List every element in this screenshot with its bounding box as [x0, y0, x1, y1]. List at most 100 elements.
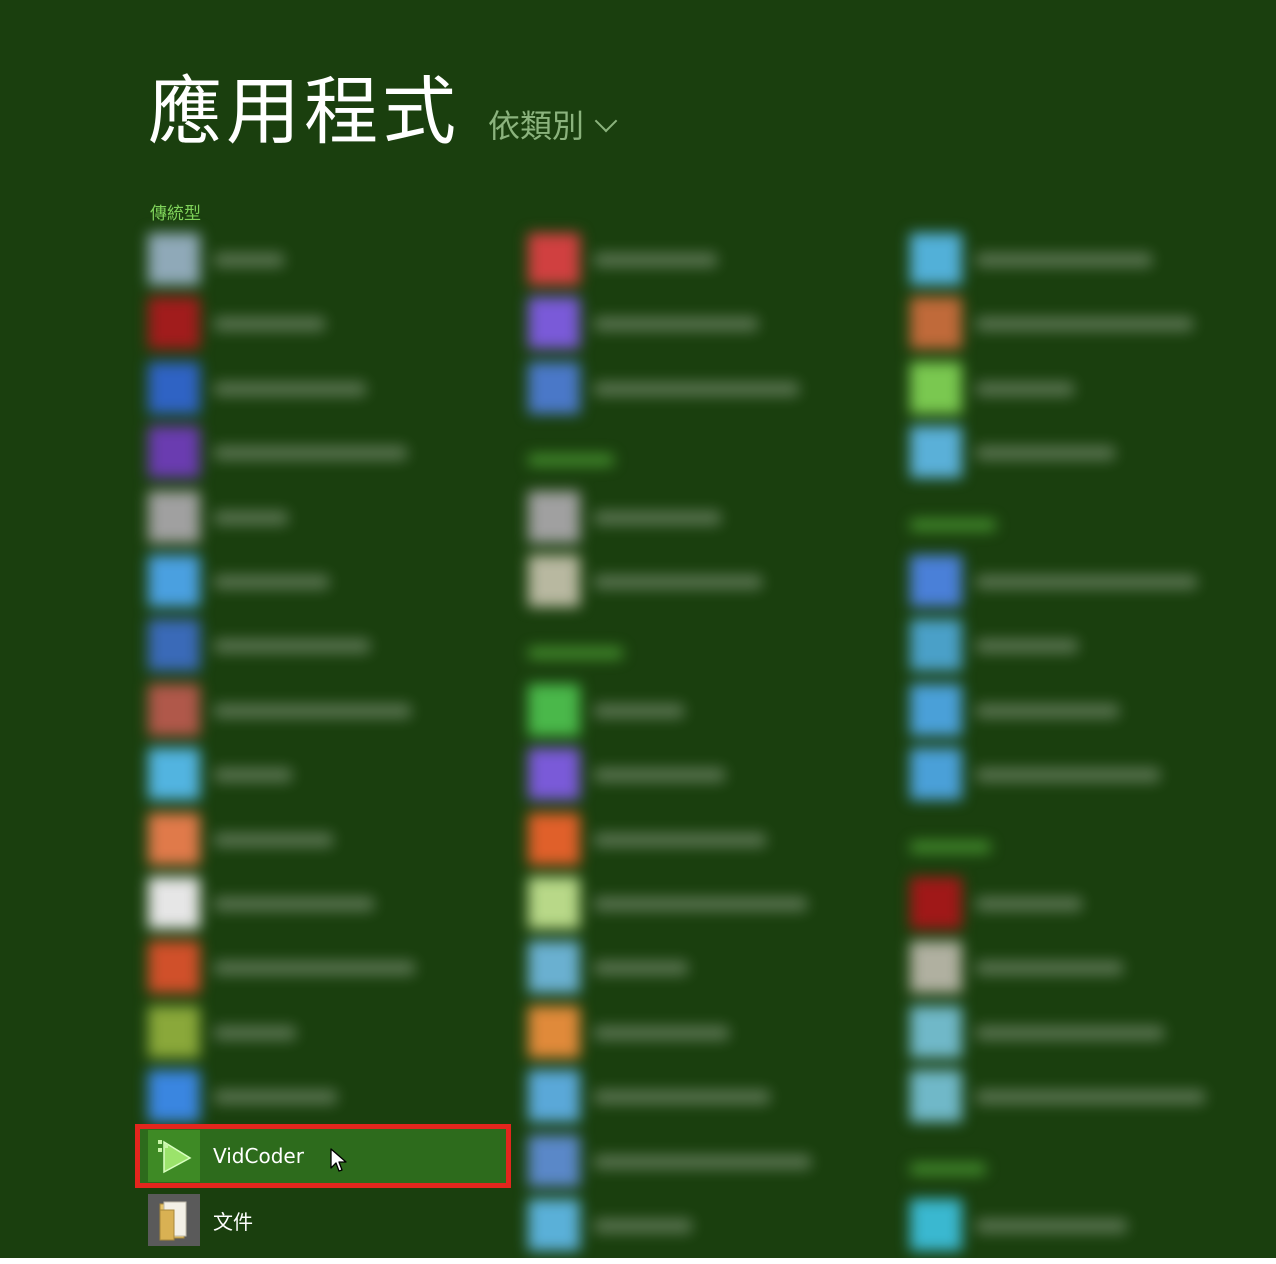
blurred-app-label — [594, 1154, 811, 1169]
blurred-app-tile — [910, 233, 962, 285]
blurred-app-tile — [528, 1005, 580, 1058]
blurred-app-label — [594, 768, 725, 783]
blurred-app-label — [976, 961, 1123, 976]
blurred-app-tile — [528, 748, 580, 801]
blurred-app-label — [594, 961, 688, 976]
blurred-app-tile — [148, 683, 200, 736]
blurred-app-label — [594, 1025, 729, 1040]
blurred-app-tile — [910, 619, 962, 672]
blurred-app-tile — [148, 941, 200, 994]
bottom-edge — [0, 1258, 1276, 1264]
blurred-app-tile — [148, 748, 200, 801]
blurred-app-label — [214, 510, 288, 525]
blurred-app-label — [594, 575, 762, 589]
blurred-app-tile — [148, 877, 200, 929]
blurred-app-tile — [148, 426, 200, 479]
blurred-app-tile — [910, 1005, 962, 1058]
vidcoder-icon — [148, 1130, 200, 1182]
blurred-app-tile — [528, 683, 580, 736]
blurred-app-label — [976, 446, 1115, 461]
sort-label: 依類別 — [488, 107, 585, 145]
group-label-desktop: 傳統型 — [150, 204, 201, 224]
blurred-app-label — [976, 897, 1082, 911]
blurred-app-tile — [148, 555, 200, 607]
app-label: VidCoder — [213, 1144, 304, 1168]
blurred-app-label — [976, 703, 1119, 718]
blurred-app-label — [594, 832, 766, 847]
blurred-app-tile — [910, 683, 962, 736]
blurred-app-label — [594, 317, 758, 332]
blurred-app-label — [594, 381, 799, 396]
app-item-vidcoder[interactable]: VidCoder — [135, 1124, 511, 1188]
blurred-app-label — [214, 897, 374, 911]
chevron-down-icon — [594, 109, 618, 133]
sort-by-dropdown[interactable]: 依類別 — [488, 101, 618, 147]
blurred-app-label — [976, 575, 1197, 589]
blurred-app-label — [214, 253, 284, 267]
blurred-app-label — [214, 1025, 296, 1040]
blurred-app-label — [214, 768, 292, 783]
blurred-app-label — [976, 768, 1160, 783]
mouse-cursor-icon — [330, 1148, 347, 1172]
blurred-app-label — [594, 897, 807, 911]
blurred-app-tile — [910, 1070, 962, 1123]
blurred-group-header — [528, 647, 623, 660]
folder-documents-icon — [148, 1194, 200, 1246]
app-label: 文件 — [213, 1209, 253, 1234]
blurred-app-tile — [910, 361, 962, 414]
blurred-app-tile — [910, 555, 962, 607]
blurred-app-tile — [148, 361, 200, 414]
blurred-app-tile — [148, 619, 200, 672]
blurred-app-label — [594, 510, 721, 525]
blurred-app-label — [976, 639, 1078, 654]
blurred-app-tile — [148, 1070, 200, 1123]
blurred-app-tile — [910, 426, 962, 479]
blurred-app-tile — [910, 297, 962, 350]
blurred-app-tile — [528, 1070, 580, 1123]
blurred-app-label — [214, 961, 415, 976]
blurred-app-label — [976, 1219, 1127, 1233]
blurred-app-label — [976, 381, 1074, 396]
blurred-app-tile — [148, 1005, 200, 1058]
blurred-app-label — [214, 639, 370, 654]
blurred-app-tile — [528, 233, 580, 285]
blurred-app-tile — [910, 748, 962, 801]
blurred-group-header — [910, 1162, 986, 1175]
blurred-app-label — [594, 1090, 770, 1105]
blurred-app-tile — [528, 812, 580, 865]
header: 應用程式 依類別 — [148, 52, 618, 159]
blurred-app-tile — [528, 555, 580, 607]
blurred-app-label — [594, 1219, 692, 1233]
page-title: 應用程式 — [148, 69, 460, 155]
blurred-app-tile — [528, 1134, 580, 1187]
start-screen-apps-view: 應用程式 依類別 傳統型 VidCoder 文件 — [0, 0, 1276, 1264]
blurred-app-label — [976, 253, 1152, 267]
blurred-app-tile — [528, 941, 580, 994]
blurred-app-tile — [910, 877, 962, 929]
blurred-app-list — [0, 0, 1276, 1264]
blurred-app-tile — [148, 233, 200, 285]
blurred-app-label — [214, 703, 411, 718]
blurred-app-label — [976, 1090, 1205, 1105]
blurred-app-label — [214, 446, 407, 461]
blurred-group-header — [910, 840, 991, 853]
blurred-app-tile — [528, 297, 580, 350]
blurred-app-tile — [528, 877, 580, 929]
blurred-app-label — [976, 317, 1193, 332]
blurred-app-label — [976, 1025, 1164, 1040]
blurred-app-tile — [528, 361, 580, 414]
blurred-group-header — [528, 454, 614, 467]
blurred-app-tile — [528, 490, 580, 543]
blurred-app-label — [594, 253, 717, 267]
blurred-app-label — [214, 575, 329, 589]
blurred-app-label — [594, 703, 684, 718]
blurred-app-tile — [910, 1199, 962, 1251]
app-item-documents[interactable]: 文件 — [148, 1192, 504, 1248]
blurred-app-tile — [528, 1199, 580, 1251]
blurred-app-tile — [148, 812, 200, 865]
blurred-app-tile — [148, 297, 200, 350]
blurred-app-label — [214, 381, 366, 396]
blurred-app-label — [214, 317, 325, 332]
blurred-app-label — [214, 1090, 337, 1105]
blurred-app-tile — [148, 490, 200, 543]
